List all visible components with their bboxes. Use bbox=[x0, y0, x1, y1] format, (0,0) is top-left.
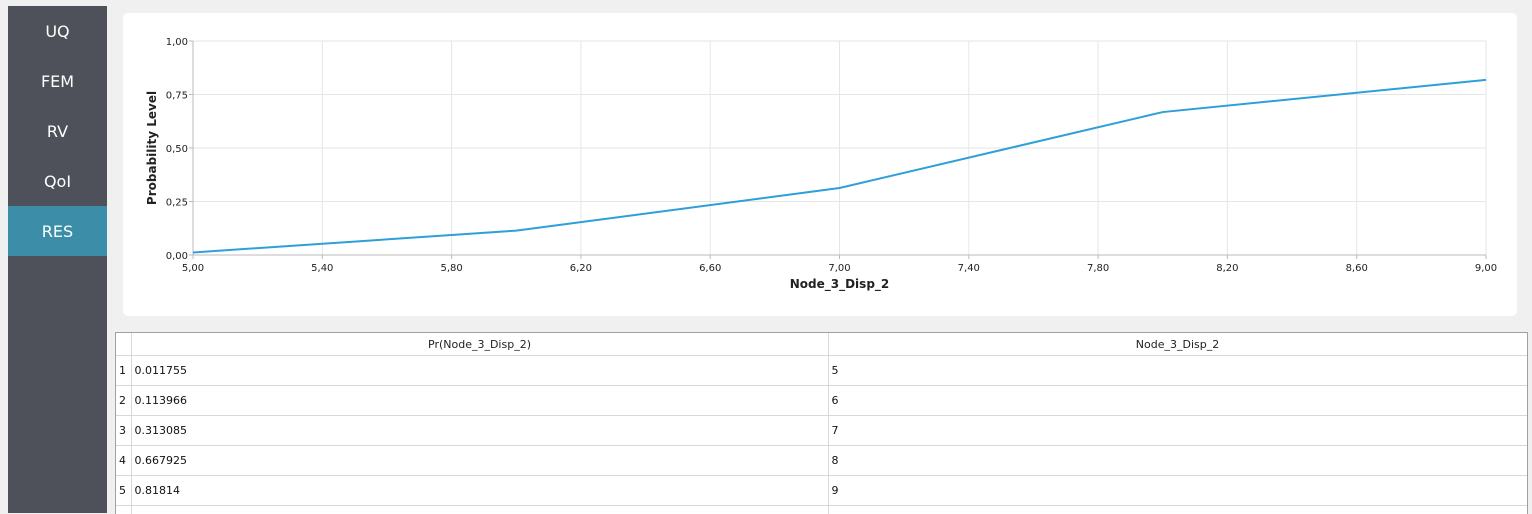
row-number: 4 bbox=[116, 446, 131, 476]
nav-item-qoi[interactable]: QoI bbox=[8, 156, 107, 206]
column-header-probability[interactable]: Pr(Node_3_Disp_2) bbox=[131, 333, 828, 356]
nav-item-uq[interactable]: UQ bbox=[8, 6, 107, 56]
cell-probability[interactable]: 0.81814 bbox=[131, 476, 828, 506]
cell-value[interactable]: 8 bbox=[828, 446, 1527, 476]
cell-probability[interactable]: 0.667925 bbox=[131, 446, 828, 476]
x-tick-label: 7,00 bbox=[828, 263, 850, 274]
y-tick-label: 0,00 bbox=[166, 251, 188, 262]
results-table[interactable]: Pr(Node_3_Disp_2) Node_3_Disp_2 1 0.0117… bbox=[115, 332, 1528, 514]
cell-value[interactable]: 9 bbox=[828, 476, 1527, 506]
column-header-value[interactable]: Node_3_Disp_2 bbox=[828, 333, 1527, 356]
x-tick-label: 6,60 bbox=[699, 263, 721, 274]
table-row[interactable]: 3 0.313085 7 bbox=[116, 416, 1527, 446]
y-axis-title: Probability Level bbox=[145, 91, 159, 205]
table-header-row: Pr(Node_3_Disp_2) Node_3_Disp_2 bbox=[116, 333, 1527, 356]
x-tick-label: 8,20 bbox=[1216, 263, 1238, 274]
x-tick-label: 8,60 bbox=[1346, 263, 1368, 274]
x-tick-label: 6,20 bbox=[570, 263, 592, 274]
nav-item-rv[interactable]: RV bbox=[8, 106, 107, 156]
nav-item-label: FEM bbox=[41, 72, 74, 91]
nav-item-label: RV bbox=[47, 122, 68, 141]
x-tick-label: 5,00 bbox=[182, 263, 204, 274]
row-number: 5 bbox=[116, 476, 131, 506]
table-row[interactable]: 4 0.667925 8 bbox=[116, 446, 1527, 476]
nav-item-fem[interactable]: FEM bbox=[8, 56, 107, 106]
cdf-chart: 5,00 5,40 5,80 6,20 6,60 7,00 7,40 7,80 8,20 8,60… bbox=[123, 13, 1517, 316]
cell-value[interactable]: 6 bbox=[828, 386, 1527, 416]
cell-value[interactable]: 5 bbox=[828, 356, 1527, 386]
x-tick-label: 5,80 bbox=[440, 263, 462, 274]
x-tick-label: 7,80 bbox=[1087, 263, 1109, 274]
cell-probability[interactable]: 0.011755 bbox=[131, 356, 828, 386]
corner-cell bbox=[116, 333, 131, 356]
x-axis-title: Node_3_Disp_2 bbox=[790, 277, 890, 292]
y-tick-label: 1,00 bbox=[166, 37, 188, 48]
table-row[interactable]: 1 0.011755 5 bbox=[116, 356, 1527, 386]
row-number: 2 bbox=[116, 386, 131, 416]
cell-probability[interactable]: 0.313085 bbox=[131, 416, 828, 446]
nav-item-label: QoI bbox=[44, 172, 71, 191]
y-tick-label: 0,25 bbox=[166, 198, 188, 209]
cell-probability[interactable]: 0.113966 bbox=[131, 386, 828, 416]
table-row[interactable]: 5 0.81814 9 bbox=[116, 476, 1527, 506]
y-tick-label: 0,75 bbox=[166, 91, 188, 102]
row-number: 1 bbox=[116, 356, 131, 386]
sidebar: UQ FEM RV QoI RES bbox=[8, 6, 107, 513]
y-tick-label: 0,50 bbox=[166, 144, 188, 155]
x-tick-label: 5,40 bbox=[311, 263, 333, 274]
nav-item-label: UQ bbox=[45, 22, 69, 41]
nav-item-res[interactable]: RES bbox=[8, 206, 107, 256]
nav-item-label: RES bbox=[42, 222, 73, 241]
row-number: 3 bbox=[116, 416, 131, 446]
cell-value[interactable]: 7 bbox=[828, 416, 1527, 446]
x-tick-label: 9,00 bbox=[1475, 263, 1497, 274]
chart-panel: 5,00 5,40 5,80 6,20 6,60 7,00 7,40 7,80 8,20 8,60… bbox=[123, 13, 1517, 316]
x-tick-label: 7,40 bbox=[958, 263, 980, 274]
table-row[interactable]: 2 0.113966 6 bbox=[116, 386, 1527, 416]
